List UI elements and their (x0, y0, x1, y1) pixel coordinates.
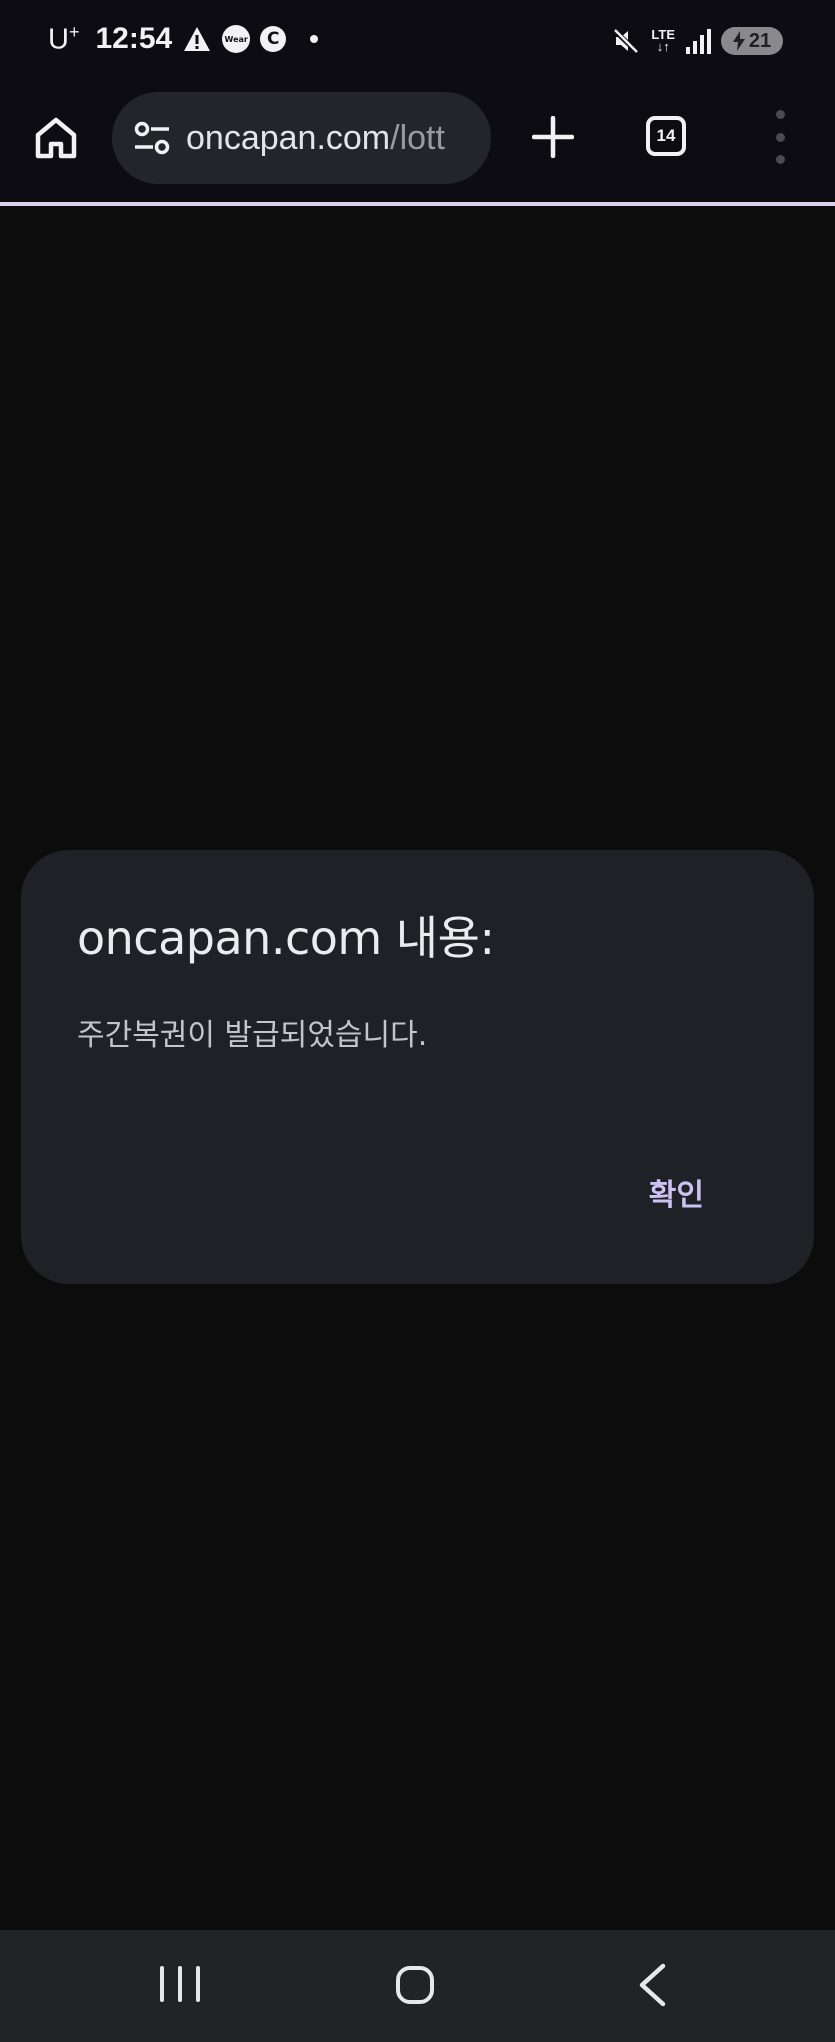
network-type: LTE ↓↑ (651, 27, 675, 54)
home-icon (35, 117, 77, 159)
signal-icon (685, 27, 711, 55)
status-bar: U+ 12:54 Wear C LTE ↓↑ 21 (0, 0, 835, 88)
status-bar-left: U+ 12:54 Wear C (48, 22, 319, 57)
home-icon[interactable] (396, 1966, 434, 2004)
wear-icon: Wear (222, 25, 251, 54)
carrier-label: U+ (48, 22, 80, 56)
warning-icon (182, 25, 212, 53)
charging-icon (732, 31, 745, 51)
address-bar[interactable]: oncapan.com/lott (112, 92, 491, 184)
more-vert-icon[interactable] (760, 110, 800, 164)
c-app-icon: C (260, 26, 287, 53)
alert-dialog: oncapan.com 내용: 주간복권이 발급되었습니다. 확인 (21, 850, 814, 1284)
status-bar-right: LTE ↓↑ 21 (611, 26, 783, 56)
ok-button[interactable]: 확인 (649, 1170, 704, 1214)
recents-icon[interactable] (160, 1966, 200, 2006)
battery-indicator: 21 (721, 27, 783, 55)
new-tab-button[interactable] (528, 112, 578, 162)
tune-icon[interactable] (132, 118, 172, 158)
dialog-title: oncapan.com 내용: (77, 911, 495, 965)
tab-switcher-button[interactable]: 14 (646, 116, 686, 156)
mute-icon (611, 26, 641, 56)
dialog-message: 주간복권이 발급되었습니다. (77, 1018, 428, 1053)
back-icon[interactable] (632, 1962, 672, 2008)
url-text[interactable]: oncapan.com/lott (186, 119, 445, 158)
plus-icon (532, 116, 574, 158)
notification-dot-icon (310, 35, 319, 44)
toolbar-divider (0, 202, 835, 206)
home-button[interactable] (30, 112, 82, 164)
browser-toolbar: oncapan.com/lott 14 (0, 88, 835, 205)
system-nav-bar (0, 1930, 835, 2042)
clock: 12:54 (95, 22, 173, 56)
